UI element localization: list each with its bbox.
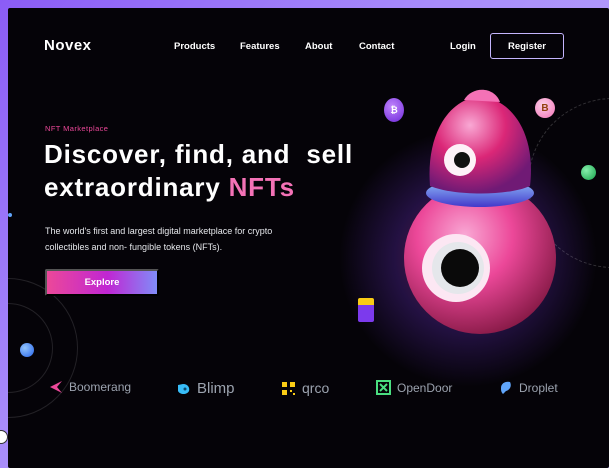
- hero-eyebrow: NFT Marketplace: [45, 124, 109, 133]
- coin-token-icon: ₿: [384, 98, 404, 122]
- hero-title-line2-prefix: extraordinary: [44, 172, 229, 202]
- nav-features[interactable]: Features: [240, 41, 280, 52]
- nav-products[interactable]: Products: [174, 41, 215, 52]
- blue-orb: [20, 343, 34, 357]
- partner-opendoor[interactable]: OpenDoor: [376, 380, 452, 395]
- corner-circle-icon[interactable]: [0, 430, 8, 444]
- partner-logos: Boomerang Blimp qrco OpenDoor Droplet: [8, 380, 609, 400]
- nft-character-illustration: [404, 89, 556, 334]
- partner-name: qrco: [302, 380, 330, 396]
- hero-title-line2: extraordinary NFTs: [44, 171, 353, 204]
- brand-logo[interactable]: Novex: [44, 37, 92, 54]
- partner-name: Blimp: [197, 380, 235, 397]
- partner-boomerang[interactable]: Boomerang: [49, 380, 131, 394]
- partner-qrco[interactable]: qrco: [281, 380, 329, 396]
- partner-name: Boomerang: [69, 380, 132, 394]
- blimp-icon: [178, 384, 190, 394]
- partner-droplet[interactable]: Droplet: [498, 380, 558, 395]
- explore-button[interactable]: Explore: [45, 269, 159, 296]
- nav-about[interactable]: About: [305, 41, 332, 52]
- gift-box-icon: [358, 298, 374, 322]
- hero-title-line1: Discover, find, and sell: [44, 139, 353, 169]
- boomerang-icon: [50, 381, 62, 393]
- register-button[interactable]: Register: [490, 33, 564, 59]
- bitcoin-bubble-icon: B: [535, 98, 555, 118]
- hero-description: The world's first and largest digital ma…: [45, 226, 273, 252]
- opendoor-icon: [376, 380, 391, 395]
- partner-name: OpenDoor: [397, 380, 453, 395]
- partner-name: Droplet: [519, 380, 558, 395]
- qrco-icon: [282, 381, 295, 395]
- login-link[interactable]: Login: [450, 41, 476, 52]
- hero-title: Discover, find, and sell extraordinary N…: [44, 138, 353, 204]
- page-frame: Novex Products Features About Contact Lo…: [8, 8, 609, 468]
- tiny-blue-dot: [8, 213, 12, 217]
- droplet-icon: [501, 381, 511, 394]
- partner-blimp[interactable]: Blimp: [176, 380, 235, 397]
- hero-title-accent: NFTs: [228, 172, 295, 202]
- nav-contact[interactable]: Contact: [359, 41, 394, 52]
